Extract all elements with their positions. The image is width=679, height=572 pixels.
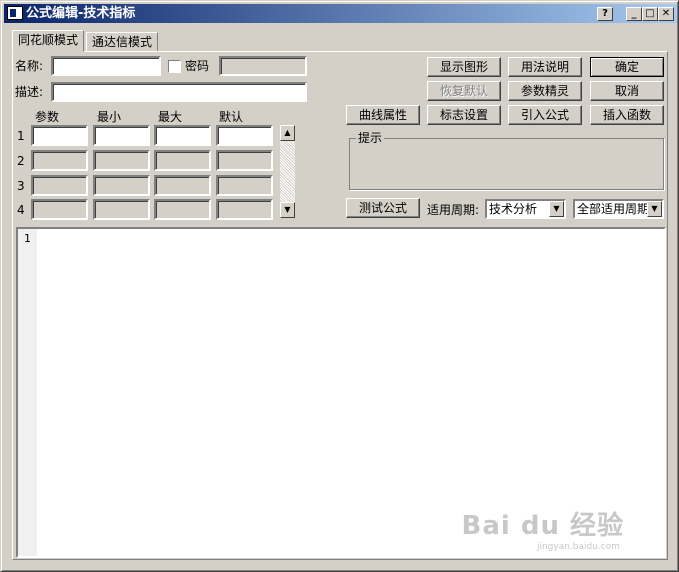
tab-tdx-mode[interactable]: 通达信模式	[86, 32, 159, 52]
param-1-name-input[interactable]	[31, 125, 88, 146]
param-2-default-input[interactable]	[216, 150, 273, 171]
param-row-index: 3	[17, 179, 25, 193]
flag-settings-button[interactable]: 标志设置	[427, 105, 501, 125]
ok-button[interactable]: 确定	[590, 57, 664, 77]
param-header-min: 最小	[97, 110, 122, 124]
category-select-value: 技术分析	[489, 202, 538, 216]
param-3-name-input[interactable]	[31, 175, 88, 196]
scroll-down-icon[interactable]: ▼	[280, 202, 295, 218]
restore-default-button[interactable]: 恢复默认	[427, 81, 501, 101]
title-bar[interactable]: 公式编辑-技术指标 ? _ □ ✕	[4, 4, 677, 23]
param-row-index: 1	[17, 129, 25, 143]
param-4-max-input[interactable]	[154, 199, 211, 220]
insert-function-button[interactable]: 插入函数	[590, 105, 664, 125]
curve-props-button[interactable]: 曲线属性	[346, 105, 420, 125]
scroll-up-icon[interactable]: ▲	[280, 125, 295, 141]
period-label: 适用周期:	[427, 203, 480, 217]
param-3-max-input[interactable]	[154, 175, 211, 196]
test-formula-button[interactable]: 测试公式	[346, 198, 420, 218]
period-select[interactable]: 全部适用周期 ▼	[573, 199, 664, 219]
line-number-gutter: 1	[18, 229, 37, 556]
dialog-window: 公式编辑-技术指标 ? _ □ ✕ 同花顺模式 通达信模式 名称: 密码 描述:…	[0, 0, 679, 572]
import-formula-button[interactable]: 引入公式	[508, 105, 582, 125]
param-row-index: 4	[17, 203, 25, 217]
password-label: 密码	[185, 59, 210, 73]
maximize-button[interactable]: □	[642, 7, 658, 21]
param-4-name-input[interactable]	[31, 199, 88, 220]
cancel-button[interactable]: 取消	[590, 81, 664, 101]
window-title: 公式编辑-技术指标	[26, 6, 136, 21]
param-2-name-input[interactable]	[31, 150, 88, 171]
usage-button[interactable]: 用法说明	[508, 57, 582, 77]
show-graph-button[interactable]: 显示图形	[427, 57, 501, 77]
tab-ths-mode[interactable]: 同花顺模式	[12, 30, 85, 52]
param-2-max-input[interactable]	[154, 150, 211, 171]
period-select-value: 全部适用周期	[577, 202, 650, 216]
param-header-default: 默认	[219, 110, 244, 124]
formula-editor[interactable]: 1 Bai du 经验 jingyan.baidu.com	[16, 227, 666, 558]
password-checkbox[interactable]	[168, 60, 181, 73]
param-2-min-input[interactable]	[93, 150, 150, 171]
param-row-index: 2	[17, 154, 25, 168]
param-header-max: 最大	[158, 110, 183, 124]
param-1-max-input[interactable]	[154, 125, 211, 146]
name-label: 名称:	[15, 59, 44, 73]
chevron-down-icon[interactable]: ▼	[549, 201, 564, 217]
desc-input[interactable]	[51, 82, 307, 102]
desc-label: 描述:	[15, 85, 44, 99]
param-wizard-button[interactable]: 参数精灵	[508, 81, 582, 101]
param-scroll-track[interactable]	[280, 141, 295, 202]
close-button[interactable]: ✕	[658, 7, 674, 21]
minimize-button[interactable]: _	[626, 7, 642, 21]
hint-legend: 提示	[356, 131, 385, 145]
param-4-default-input[interactable]	[216, 199, 273, 220]
password-input[interactable]	[219, 56, 307, 76]
param-4-min-input[interactable]	[93, 199, 150, 220]
param-1-min-input[interactable]	[93, 125, 150, 146]
help-icon[interactable]: ?	[597, 7, 613, 21]
app-icon	[7, 6, 23, 20]
param-3-default-input[interactable]	[216, 175, 273, 196]
category-select[interactable]: 技术分析 ▼	[485, 199, 566, 219]
name-input[interactable]	[51, 56, 161, 76]
param-3-min-input[interactable]	[93, 175, 150, 196]
line-number: 1	[24, 232, 31, 245]
param-header-name: 参数	[35, 110, 60, 124]
param-1-default-input[interactable]	[216, 125, 273, 146]
watermark-logo: Bai du 经验	[461, 511, 624, 541]
hint-group	[349, 138, 664, 190]
chevron-down-icon[interactable]: ▼	[647, 201, 662, 217]
watermark-url: jingyan.baidu.com	[536, 542, 620, 552]
